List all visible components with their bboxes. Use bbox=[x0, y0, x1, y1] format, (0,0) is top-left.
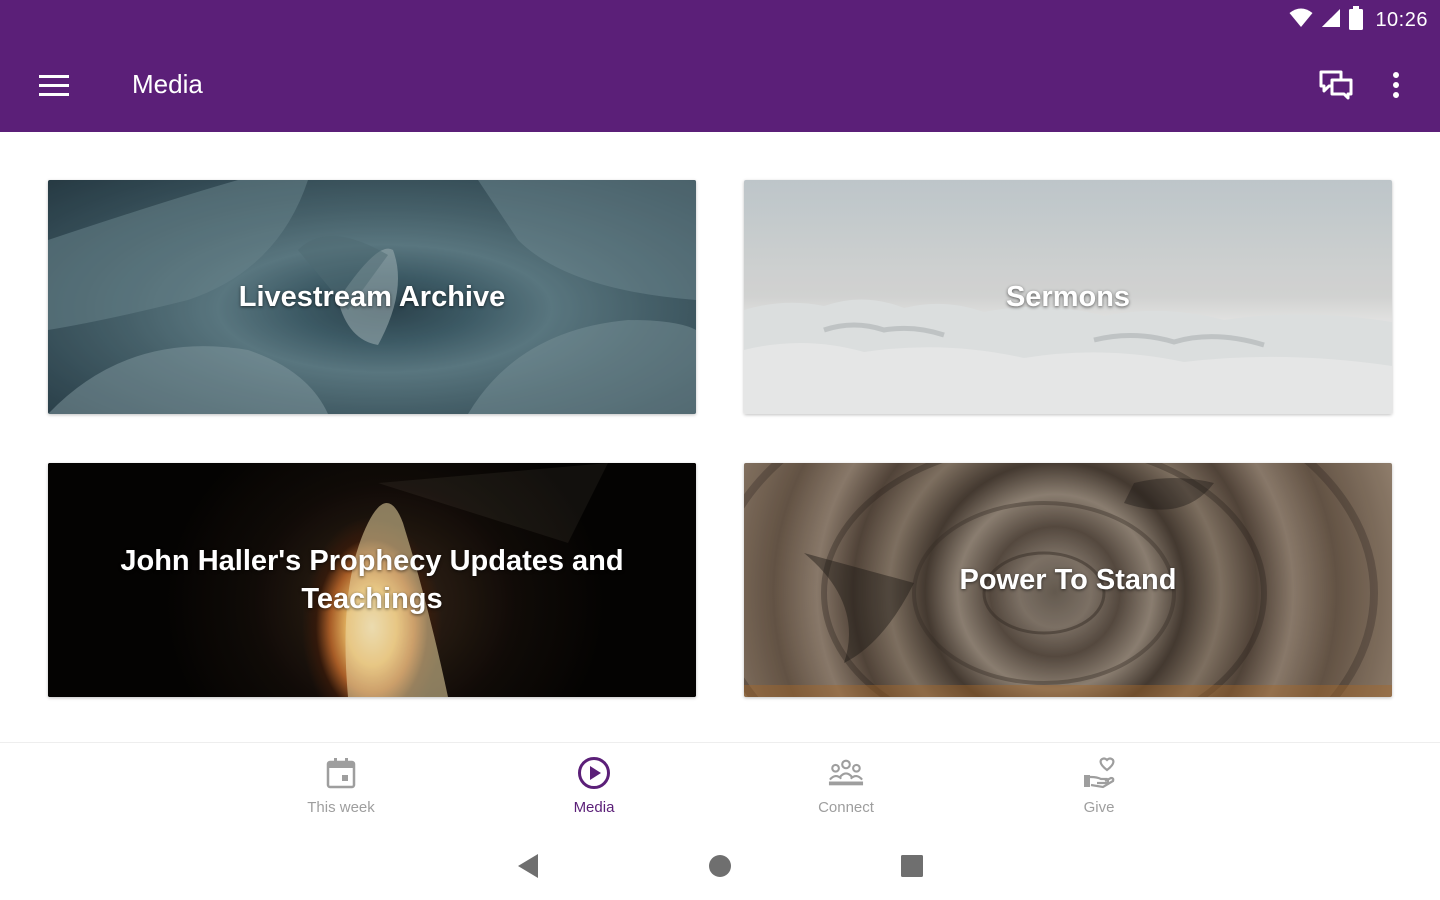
media-card-sermons[interactable]: Sermons bbox=[744, 180, 1392, 414]
people-group-icon bbox=[828, 755, 864, 791]
wifi-icon bbox=[1289, 8, 1313, 33]
card-title: Power To Stand bbox=[959, 564, 1177, 596]
system-navigation-bar bbox=[0, 830, 1440, 900]
back-icon[interactable] bbox=[510, 848, 546, 884]
nav-item-media[interactable]: Media bbox=[514, 755, 674, 825]
hamburger-menu-icon[interactable] bbox=[30, 67, 78, 103]
page-title: Media bbox=[132, 69, 203, 99]
status-time: 10:26 bbox=[1375, 8, 1428, 31]
bottom-navigation: This week Media Connect Give bbox=[0, 742, 1440, 830]
media-card-prophecy-updates[interactable]: John Haller's Prophecy Updates and Teach… bbox=[48, 463, 696, 697]
cell-signal-icon bbox=[1321, 8, 1341, 33]
home-icon[interactable] bbox=[702, 848, 738, 884]
more-vert-icon[interactable] bbox=[1378, 65, 1414, 105]
toolbar: Media bbox=[0, 52, 1440, 118]
nav-label: Media bbox=[573, 799, 615, 816]
nav-label: Connect bbox=[818, 799, 874, 816]
status-bar: 10:26 bbox=[1289, 5, 1428, 35]
nav-label: This week bbox=[307, 799, 375, 816]
nav-item-give[interactable]: Give bbox=[1019, 755, 1179, 825]
recents-icon[interactable] bbox=[894, 848, 930, 884]
hand-heart-icon bbox=[1081, 755, 1117, 791]
nav-item-this-week[interactable]: This week bbox=[261, 755, 421, 825]
nav-label: Give bbox=[1083, 799, 1115, 816]
battery-icon bbox=[1349, 5, 1364, 35]
card-title: John Haller's Prophecy Updates and Teach… bbox=[120, 545, 624, 615]
calendar-icon bbox=[323, 755, 359, 791]
chat-icon[interactable] bbox=[1316, 65, 1356, 105]
app-bar: 10:26 Media bbox=[0, 0, 1440, 132]
media-card-power-to-stand[interactable]: Power To Stand bbox=[744, 463, 1392, 697]
card-title: Sermons bbox=[1005, 281, 1131, 313]
card-title: Livestream Archive bbox=[238, 281, 506, 313]
play-circle-icon bbox=[576, 755, 612, 791]
media-card-livestream-archive[interactable]: Livestream Archive bbox=[48, 180, 696, 414]
nav-item-connect[interactable]: Connect bbox=[766, 755, 926, 825]
